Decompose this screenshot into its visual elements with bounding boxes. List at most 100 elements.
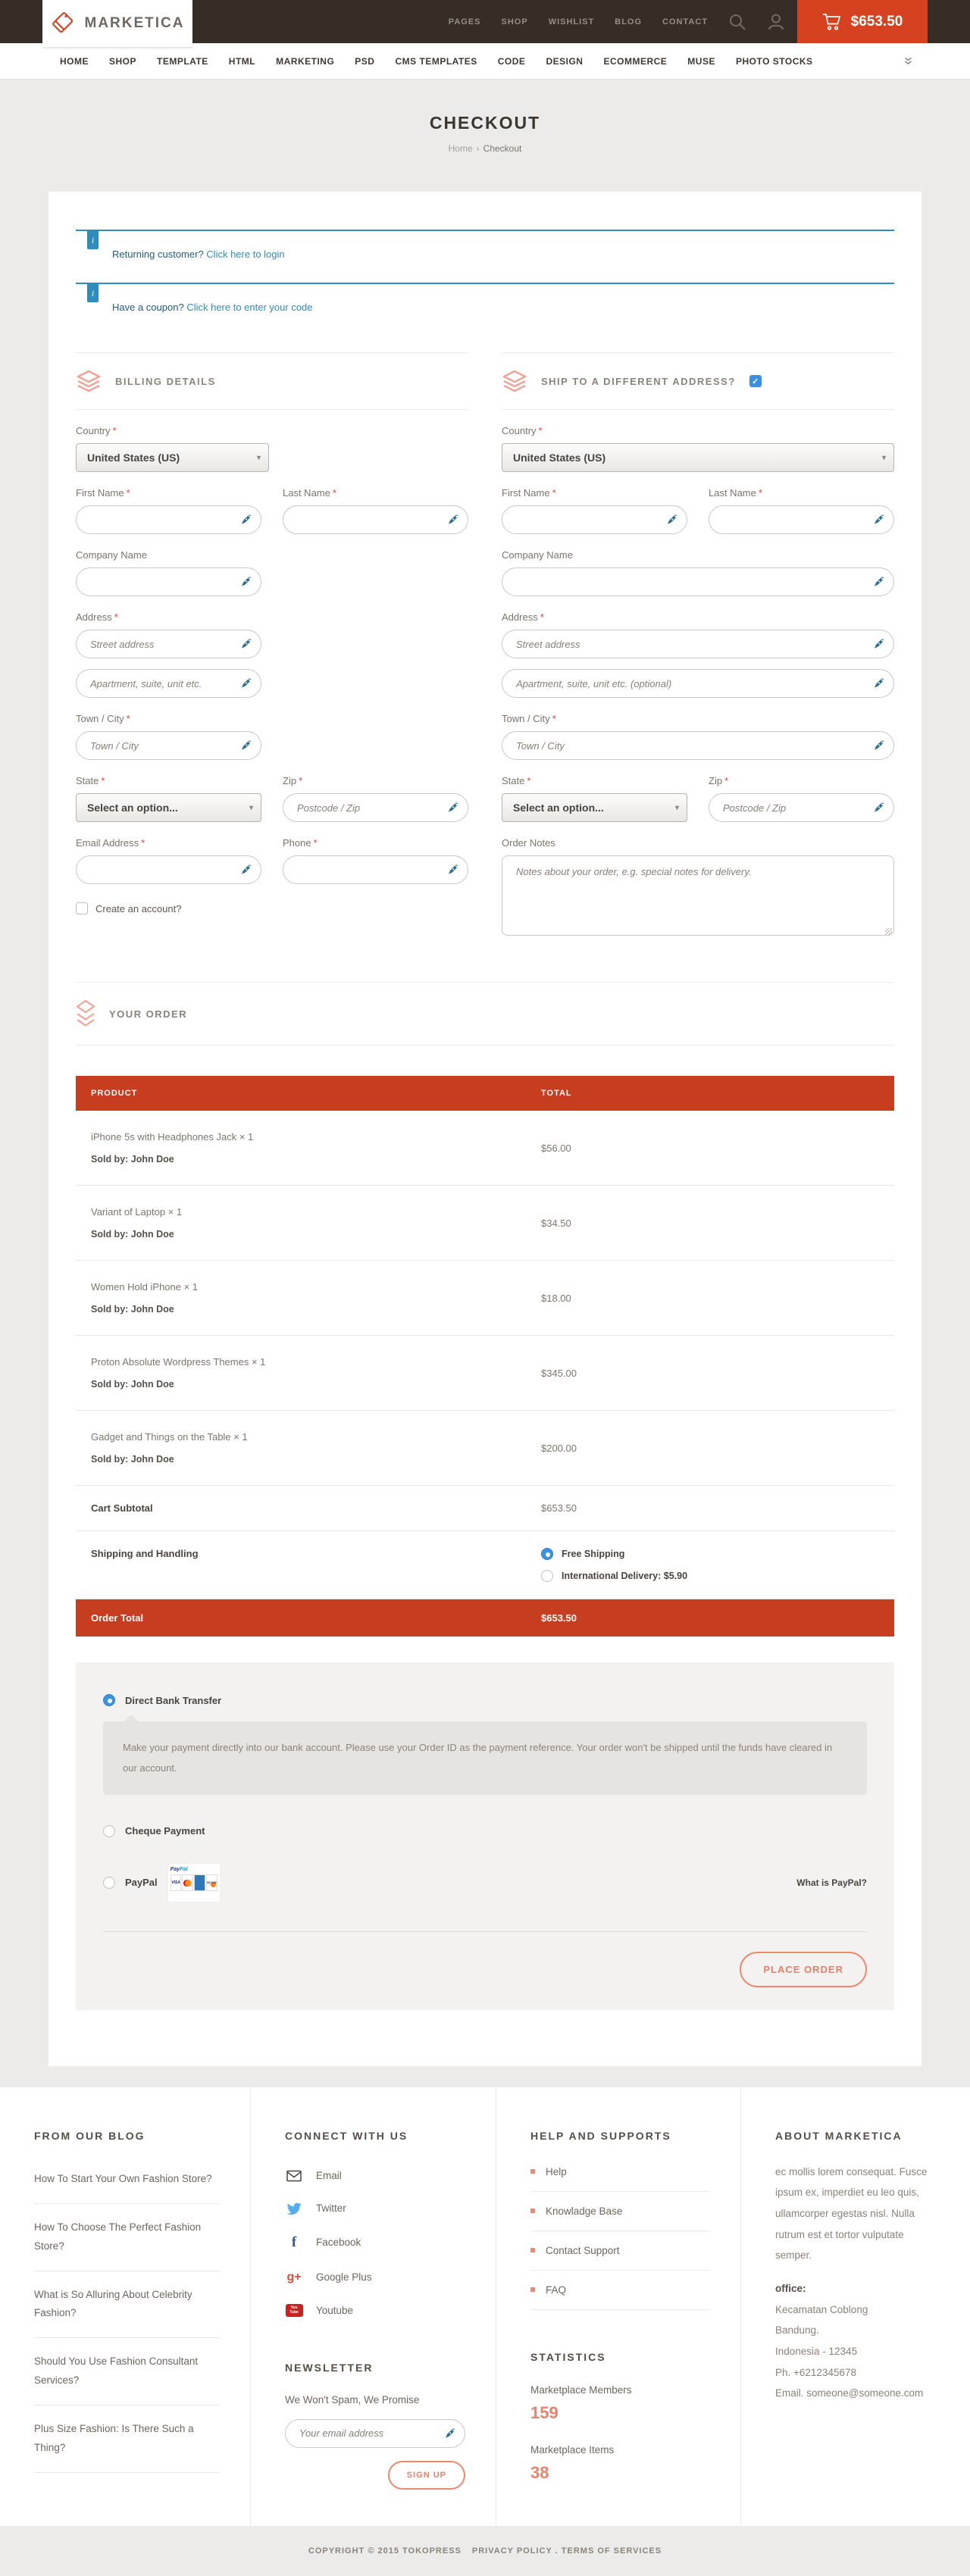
search-icon[interactable] [728,13,746,31]
blog-post-link[interactable]: Should You Use Fashion Consultant Servic… [34,2338,220,2406]
nav-template[interactable]: TEMPLATE [157,56,208,67]
product-name[interactable]: Variant of Laptop × 1 [91,1206,511,1218]
google-plus-link[interactable]: g+ Google Plus [285,2261,465,2294]
radio-icon[interactable] [103,1825,115,1837]
knowledge-base-link[interactable]: Knowladge Base [530,2192,710,2231]
shipping-zip-label: Zip* [709,775,894,786]
billing-last-name-input[interactable] [283,505,468,534]
faq-link[interactable]: FAQ [530,2271,710,2310]
nav-psd[interactable]: PSD [355,56,374,67]
help-link[interactable]: Help [530,2152,710,2192]
coupon-link[interactable]: Click here to enter your code [186,302,312,313]
billing-zip-input[interactable] [283,793,468,822]
radio-selected-icon[interactable] [103,1694,115,1706]
resize-handle-icon[interactable] [885,928,892,935]
billing-company-input[interactable] [76,567,261,596]
nav-home[interactable]: HOME [60,56,89,67]
billing-phone-input[interactable] [283,855,468,884]
nav-shop[interactable]: SHOP [109,56,136,67]
privacy-policy-link[interactable]: PRIVACY POLICY [472,2546,552,2556]
nav-cms-templates[interactable]: CMS TEMPLATES [395,56,477,67]
billing-apartment-input[interactable] [76,669,261,698]
pen-icon [444,2428,455,2439]
what-is-paypal-link[interactable]: What is PayPal? [796,1877,867,1888]
product-name[interactable]: Proton Absolute Wordpress Themes × 1 [91,1356,511,1368]
order-row: iPhone 5s with Headphones Jack × 1 Sold … [76,1111,894,1186]
topnav-blog[interactable]: BLOG [615,17,642,27]
signup-button[interactable]: SIGN UP [388,2461,465,2490]
shipping-last-name-input[interactable] [709,505,894,534]
shipping-street-input[interactable] [502,630,894,658]
shipping-company-input[interactable] [502,567,894,596]
nav-code[interactable]: CODE [498,56,526,67]
contact-support-link[interactable]: Contact Support [530,2231,710,2271]
shipping-first-name-input[interactable] [502,505,687,534]
subtotal-value: $653.50 [526,1486,894,1530]
pen-icon [873,577,884,588]
nav-design[interactable]: DESIGN [546,56,583,67]
blog-post-link[interactable]: What is So Alluring About Celebrity Fash… [34,2271,220,2339]
create-account-checkbox[interactable] [76,902,88,914]
radio-icon[interactable] [103,1877,115,1889]
shipping-country-select[interactable]: United States (US) ▾ [502,443,894,472]
nav-photo-stocks[interactable]: PHOTO STOCKS [736,56,813,67]
mastercard-icon [182,1874,193,1891]
nav-marketing[interactable]: MARKETING [276,56,334,67]
place-order-button[interactable]: PLACE ORDER [740,1952,867,1987]
billing-town-input[interactable] [76,731,261,760]
shipping-zip-input[interactable] [709,793,894,822]
nav-ecommerce[interactable]: ECOMMERCE [603,56,667,67]
blog-post-link[interactable]: Plus Size Fashion: Is There Such a Thing… [34,2406,220,2473]
blog-post-link[interactable]: How To Start Your Own Fashion Store? [34,2156,220,2204]
bank-transfer-option[interactable]: Direct Bank Transfer [103,1694,867,1706]
billing-street-input[interactable] [76,630,261,658]
newsletter-email-input[interactable] [285,2419,465,2448]
shipping-column: SHIP TO A DIFFERENT ADDRESS? ✓ Country* … [502,352,894,939]
layers-icon [76,370,102,392]
shipping-apartment-input[interactable] [502,669,894,698]
footer-connect-column: CONNECT WITH US Email Twitter [250,2087,496,2526]
terms-link[interactable]: TERMS OF SERVICES [562,2546,662,2556]
email-link[interactable]: Email [285,2160,465,2192]
order-notes-textarea[interactable] [502,855,894,936]
breadcrumb-home[interactable]: Home [449,143,473,154]
account-icon[interactable] [767,13,785,31]
members-label: Marketplace Members [530,2384,710,2396]
product-name[interactable]: iPhone 5s with Headphones Jack × 1 [91,1131,511,1143]
cart-button[interactable]: $653.50 [797,0,928,43]
bullet-icon [530,2169,535,2174]
radio-icon[interactable] [541,1570,553,1582]
billing-state-select[interactable]: Select an option... ▾ [76,793,261,822]
ship-different-checkbox[interactable]: ✓ [749,375,762,387]
youtube-link[interactable]: YouTube Youtube [285,2294,465,2327]
facebook-link[interactable]: f Facebook [285,2224,465,2261]
blog-post-link[interactable]: How To Choose The Perfect Fashion Store? [34,2204,220,2271]
billing-email-input[interactable] [76,855,261,884]
shipping-state-select[interactable]: Select an option... ▾ [502,793,687,822]
radio-selected-icon[interactable] [541,1548,553,1560]
shipping-town-input[interactable] [502,731,894,760]
product-name[interactable]: Women Hold iPhone × 1 [91,1281,511,1293]
free-shipping-option[interactable]: Free Shipping [541,1548,879,1560]
shipping-handling-row: Shipping and Handling Free Shipping Inte… [76,1531,894,1599]
logo[interactable]: MARKETICA [42,0,192,47]
cheque-payment-option[interactable]: Cheque Payment [103,1825,867,1837]
billing-first-name-input[interactable] [76,505,261,534]
twitter-link[interactable]: Twitter [285,2192,465,2224]
product-name[interactable]: Gadget and Things on the Table × 1 [91,1431,511,1443]
nav-muse[interactable]: MUSE [687,56,715,67]
nav-html[interactable]: HTML [229,56,255,67]
order-row: Proton Absolute Wordpress Themes × 1 Sol… [76,1336,894,1411]
billing-country-select[interactable]: United States (US) ▾ [76,443,269,472]
topnav-shop[interactable]: SHOP [502,17,528,27]
login-link[interactable]: Click here to login [206,249,284,260]
paypal-option[interactable]: PayPal PayPal VISA DISCOVER What is PayP… [103,1863,867,1902]
address-line: Email. someone@someone.com [775,2383,940,2404]
topnav-contact[interactable]: CONTACT [662,17,708,27]
nav-more-chevrons-icon[interactable] [904,55,912,69]
international-delivery-option[interactable]: International Delivery: $5.90 [541,1570,879,1582]
topnav-wishlist[interactable]: WISHLIST [549,17,595,27]
tag-logo-icon [51,9,77,38]
topnav-pages[interactable]: PAGES [449,17,481,27]
newsletter-tagline: We Won't Spam, We Promise [285,2394,465,2406]
